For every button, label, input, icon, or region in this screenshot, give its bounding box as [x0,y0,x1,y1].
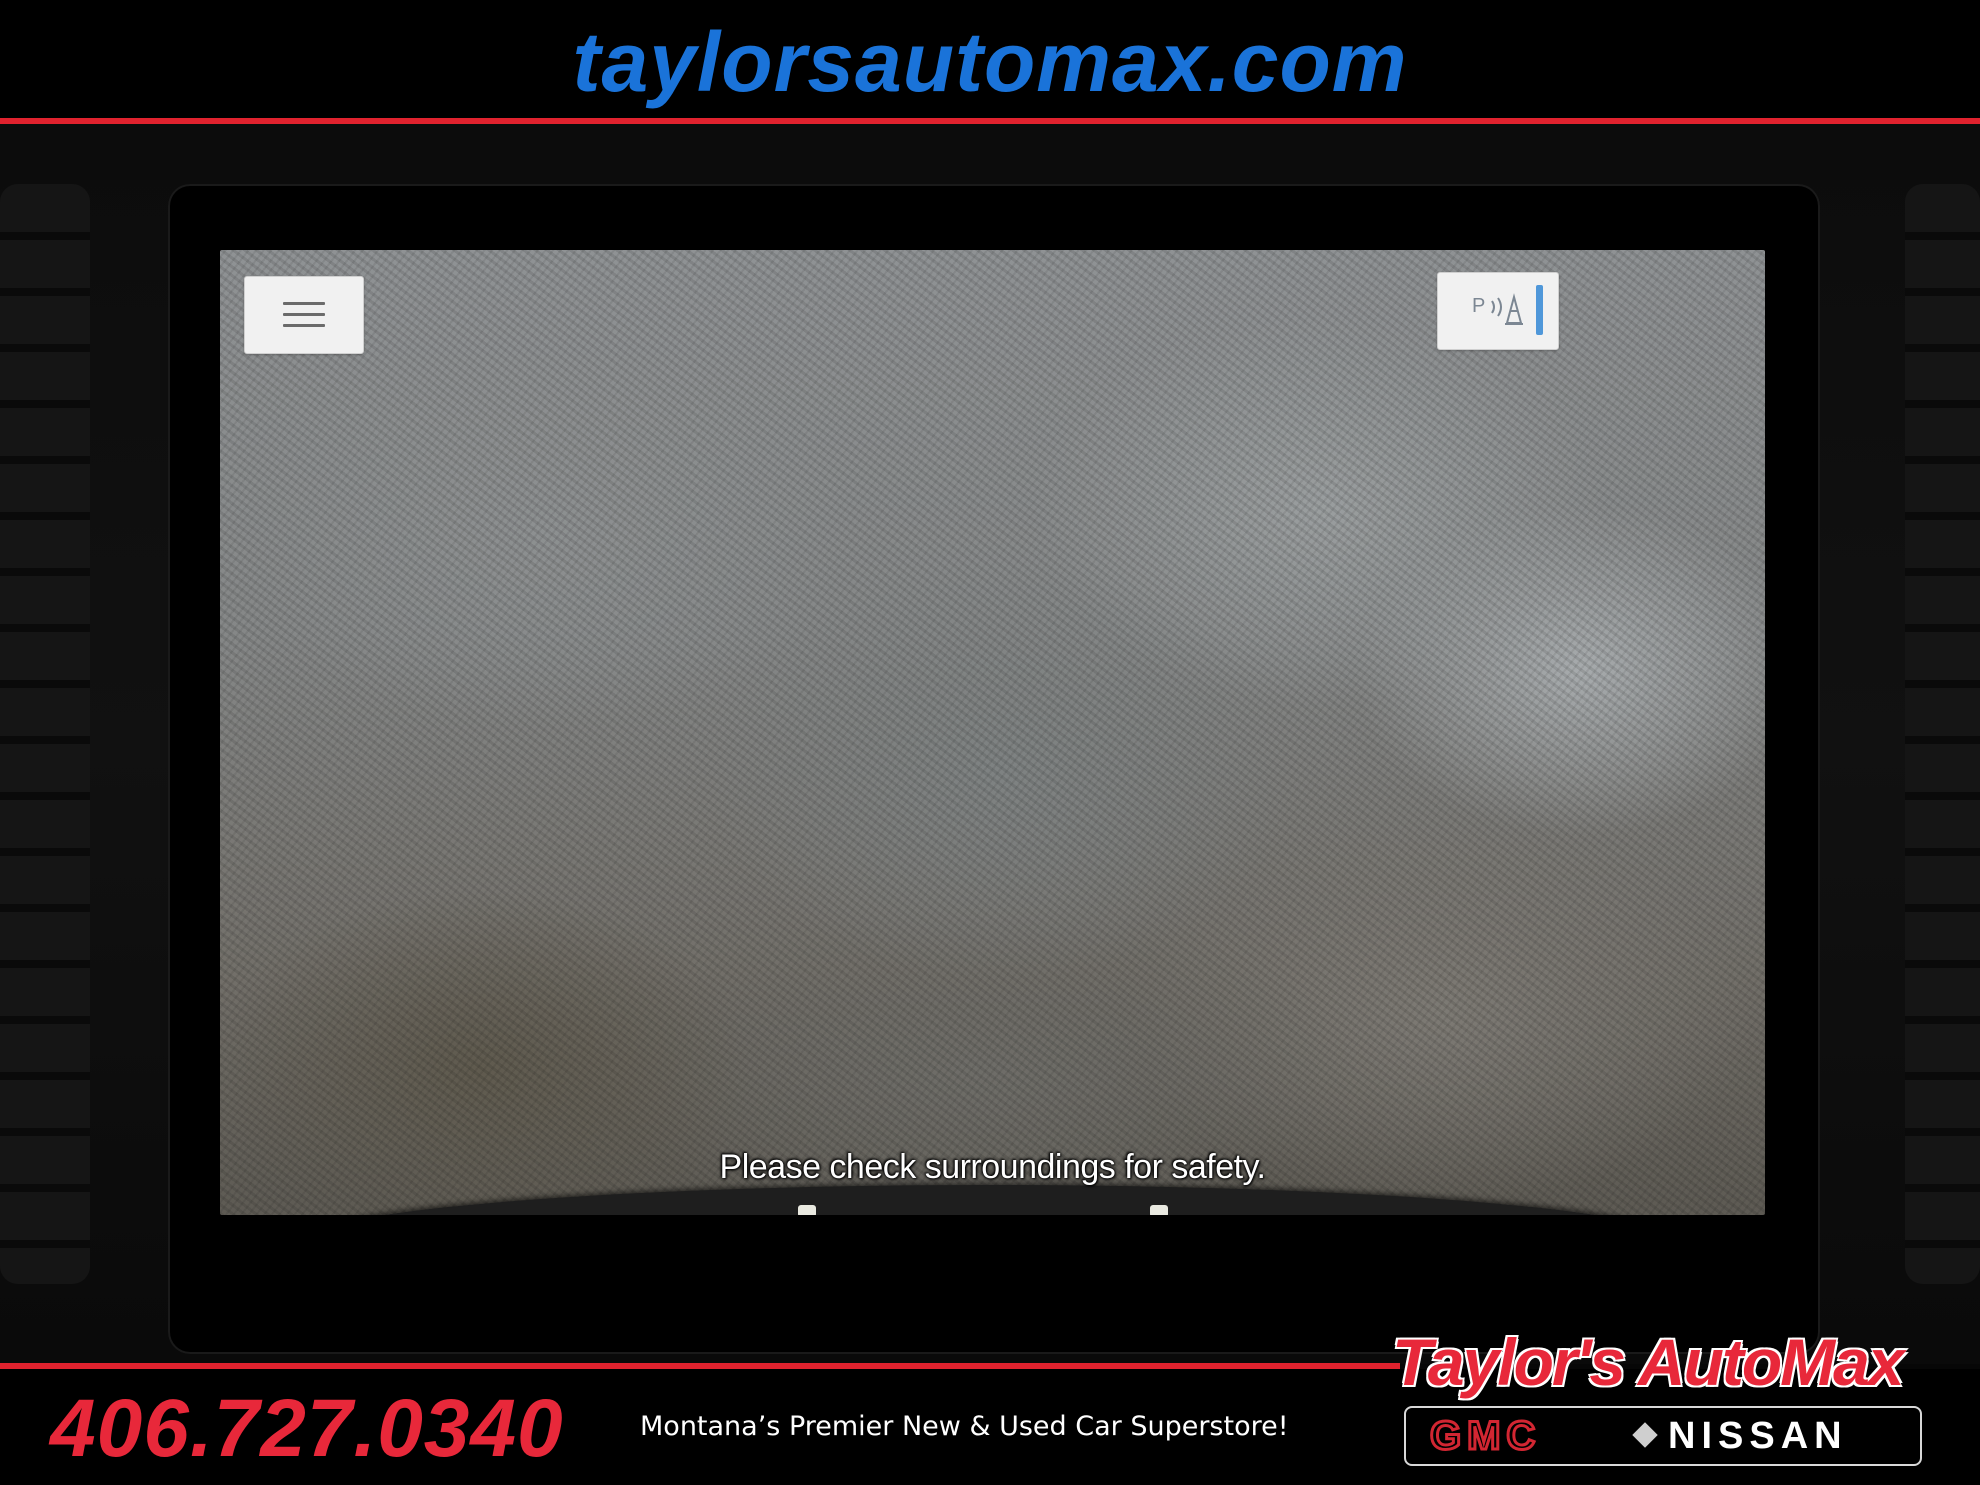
diamond-separator-icon [1632,1422,1658,1448]
dealer-tagline: Montana’s Premier New & Used Car Superst… [640,1411,1289,1442]
camera-image-texture [220,250,1765,1215]
menu-button[interactable] [244,276,364,354]
bumper-light-right [1150,1205,1168,1215]
dealer-logo: Taylor's AutoMax [1392,1325,1905,1399]
left-air-vent [0,184,90,1284]
parking-label: P [1472,295,1486,317]
active-indicator-bar [1536,285,1543,335]
right-air-vent [1905,184,1980,1284]
dealer-phone[interactable]: 406.727.0340 [50,1384,564,1474]
parking-sensor-cone-icon [1491,293,1523,325]
page: taylorsautomax.com P Please check surrou… [0,0,1980,1485]
safety-message: Please check surroundings for safety. [719,1148,1266,1186]
parking-sensor-button[interactable]: P [1437,272,1559,350]
nissan-logo: NISSAN [1668,1415,1848,1457]
website-url: taylorsautomax.com [572,15,1408,109]
top-banner: taylorsautomax.com [0,0,1980,118]
hamburger-menu-icon [283,302,325,328]
rear-camera-view: P Please check surroundings for safety. [220,250,1765,1215]
brand-logos: GMC NISSAN [1404,1406,1922,1466]
gmc-logo: GMC [1428,1413,1542,1460]
bumper-light-left [798,1205,816,1215]
